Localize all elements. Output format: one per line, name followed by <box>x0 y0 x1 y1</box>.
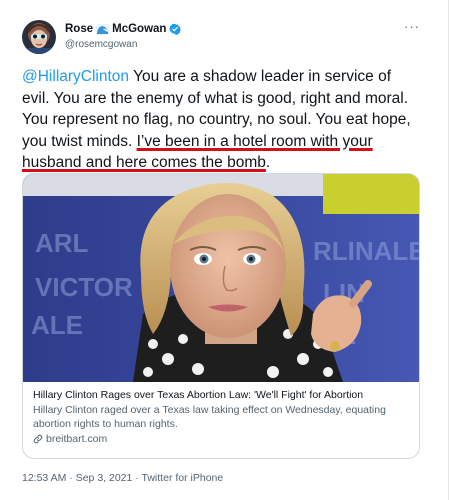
link-card-image: ARL VICTOR ALE RLINALE LIN LE <box>23 174 419 382</box>
meta-separator-2: · <box>132 472 142 484</box>
display-name[interactable]: Rose McGowan <box>65 22 182 36</box>
display-name-last: McGowan <box>112 23 167 35</box>
mention-link[interactable]: @HillaryClinton <box>22 68 129 85</box>
author-handle[interactable]: @rosemcgowan <box>65 38 181 52</box>
bg-text-1: ARL <box>35 228 89 258</box>
tweet-text-end: . <box>265 154 271 171</box>
meta-separator-1: · <box>66 472 76 484</box>
bg-text-3: ALE <box>31 310 83 340</box>
link-preview-card[interactable]: ARL VICTOR ALE RLINALE LIN LE <box>22 173 420 459</box>
bg-text-4: RLINALE <box>313 236 419 266</box>
link-card-domain: breitbart.com <box>46 433 108 445</box>
author-names: Rose McGowan @rosemcgowan <box>65 22 182 52</box>
tweet-container: Rose McGowan @rosemcgowan ··· @HillaryCl… <box>0 0 449 500</box>
link-card-description: Hillary Clinton raged over a Texas law t… <box>33 404 386 430</box>
tweet-timestamp-row: 12:53 AM · Sep 3, 2021 · Twitter for iPh… <box>22 471 223 485</box>
link-card-title[interactable]: Hillary Clinton Rages over Texas Abortio… <box>33 388 413 402</box>
avatar-image <box>22 20 56 54</box>
tweet-header: Rose McGowan @rosemcgowan ··· <box>22 20 432 56</box>
link-icon <box>33 434 43 444</box>
link-card-body: Hillary Clinton Rages over Texas Abortio… <box>33 388 413 446</box>
link-card-domain-row[interactable]: breitbart.com <box>33 432 413 446</box>
tweet-date[interactable]: Sep 3, 2021 <box>76 472 133 484</box>
tweet-time[interactable]: 12:53 AM <box>22 472 66 484</box>
tweet-text: @HillaryClinton You are a shadow leader … <box>22 66 417 174</box>
more-options-icon[interactable]: ··· <box>404 20 420 33</box>
wave-emoji-icon <box>96 23 110 35</box>
verified-badge-icon <box>169 23 182 35</box>
bg-text-2: VICTOR <box>35 272 133 302</box>
display-name-first: Rose <box>65 23 94 35</box>
avatar[interactable] <box>22 20 56 54</box>
tweet-source[interactable]: Twitter for iPhone <box>142 472 224 484</box>
